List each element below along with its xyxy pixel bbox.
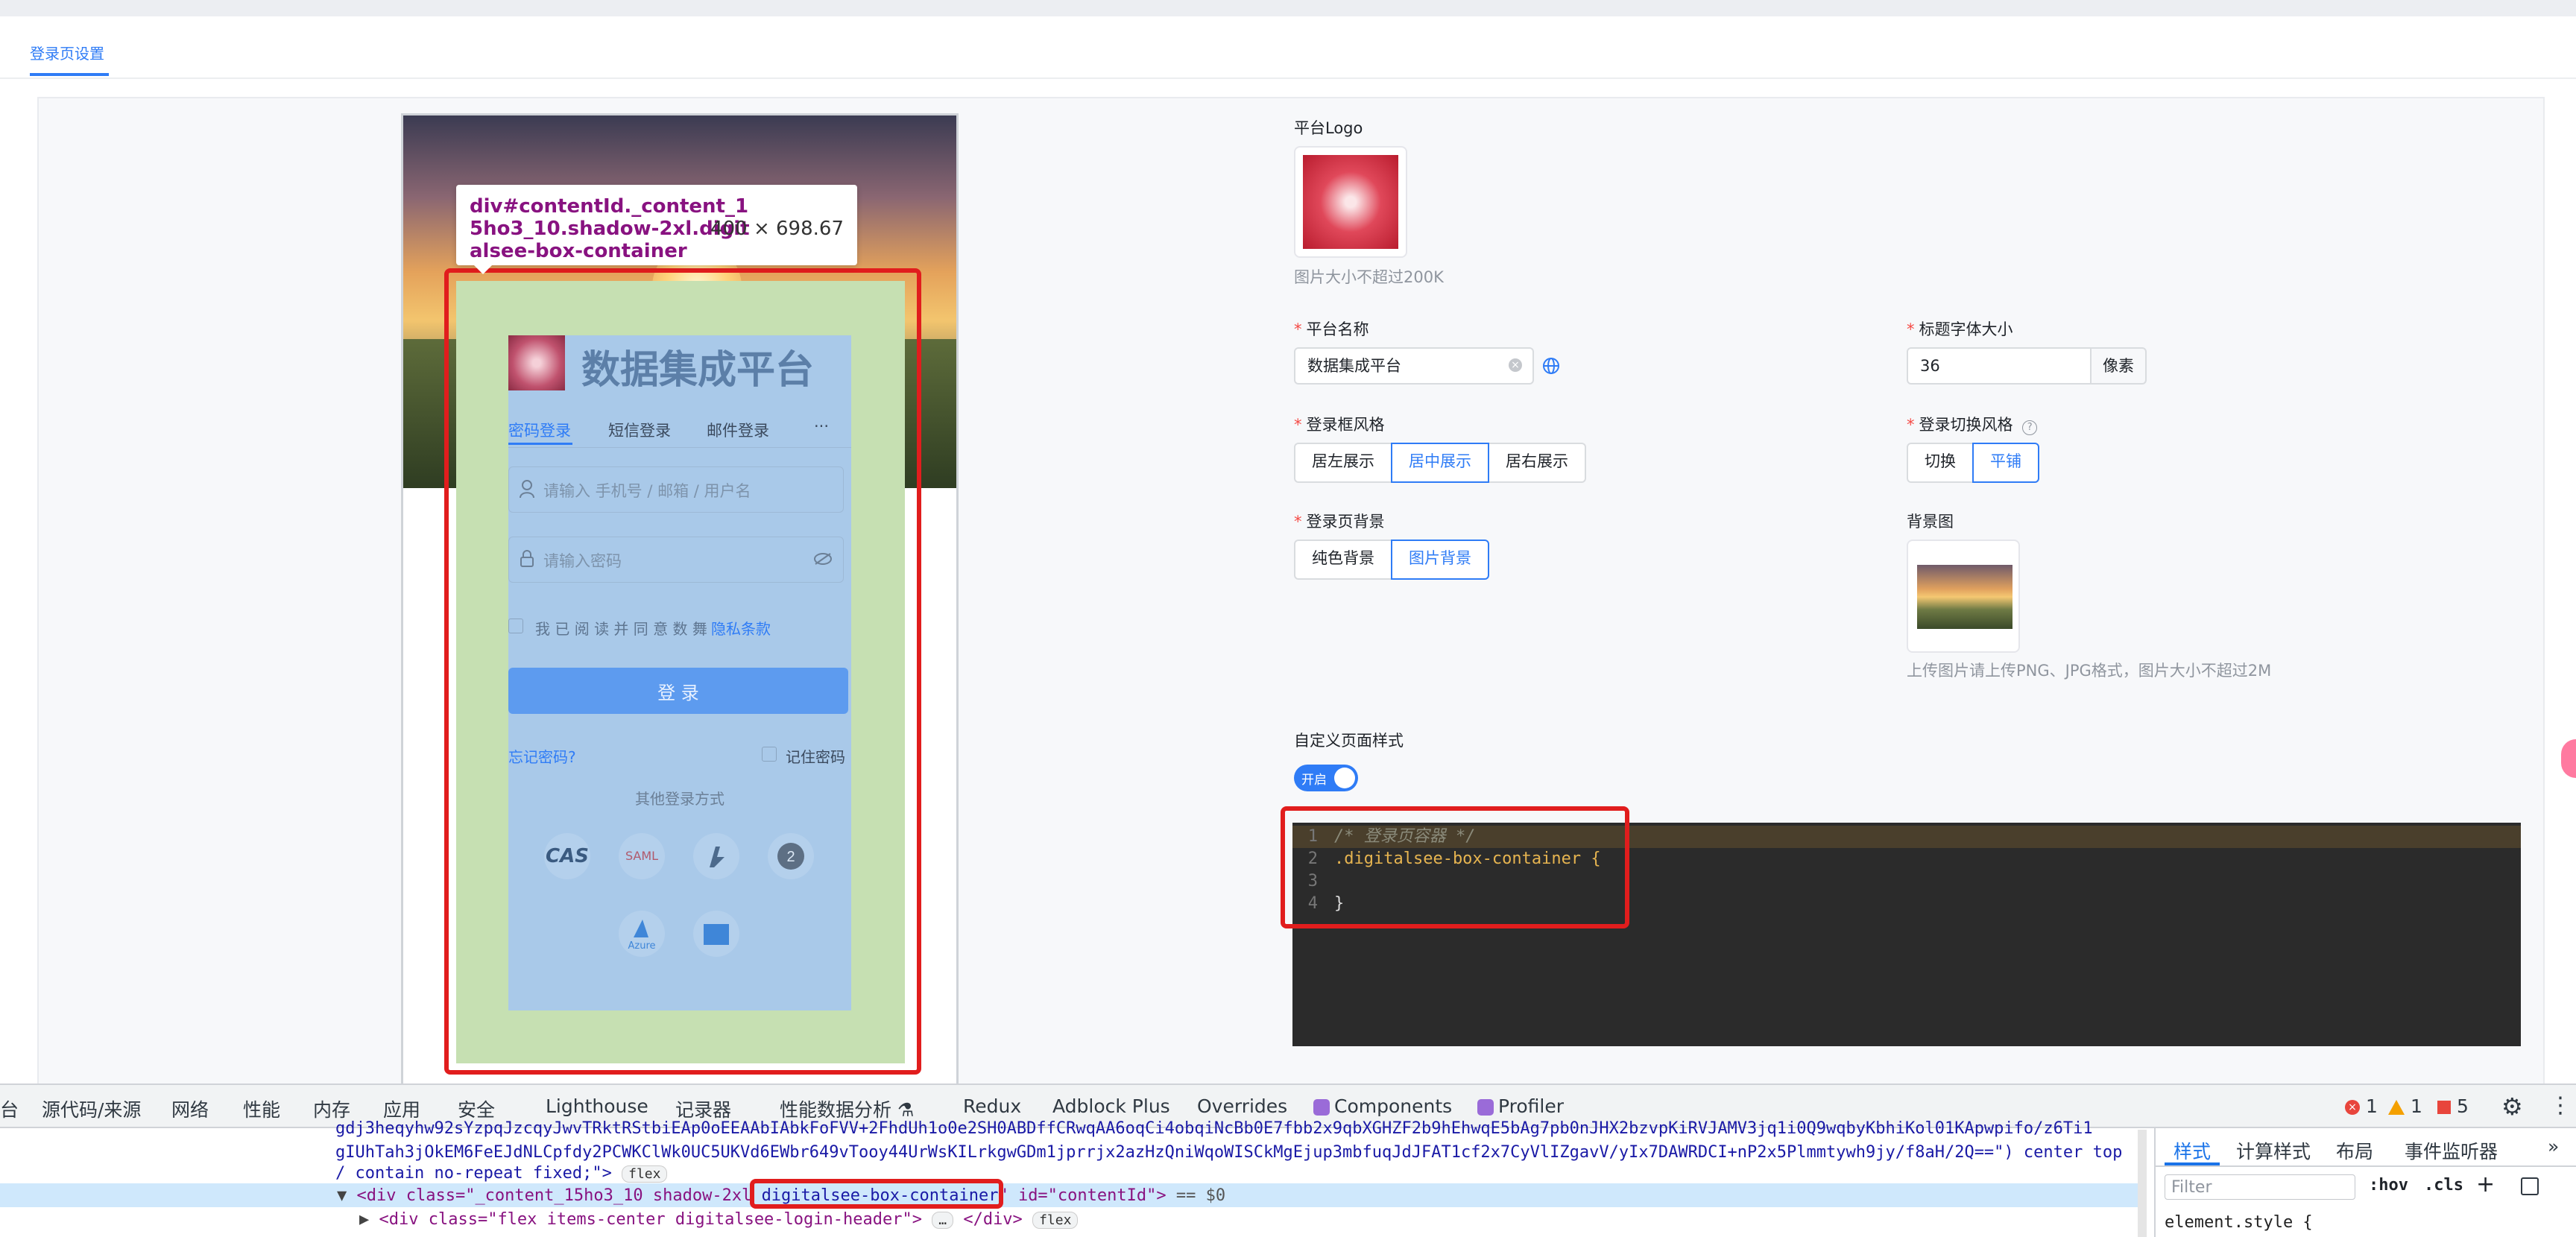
tooltip-size: 400 × 698.67 <box>710 218 844 240</box>
devtools-tab-network[interactable]: 网络 <box>171 1095 209 1122</box>
highlight-frame-preview <box>444 268 921 1075</box>
hov-toggle[interactable]: :hov <box>2369 1176 2408 1195</box>
logo-label: 平台Logo <box>1294 119 1363 137</box>
styles-filter-input[interactable]: Filter <box>2165 1174 2355 1200</box>
logo-hint: 图片大小不超过200K <box>1294 268 1444 286</box>
element-tooltip: div#contentId._content_15ho3_10.shadow-2… <box>456 185 857 265</box>
title-font-size-unit: 像素 <box>2090 347 2147 385</box>
title-font-size-input[interactable]: 36 <box>1907 347 2092 385</box>
elements-line-5[interactable]: ▶ <div class="flex items-center digitals… <box>359 1210 1079 1229</box>
tooltip-arrow <box>474 265 492 274</box>
elements-line-2: gIUhTah3jOkEM6FeEJdNLCpfdy2PCWKClWk0UC5U… <box>335 1143 2123 1162</box>
devtools-tab-redux[interactable]: Redux <box>963 1095 1021 1117</box>
highlight-frame-editor <box>1281 806 1629 928</box>
ellipsis-badge[interactable]: … <box>932 1212 954 1229</box>
toggle-knob <box>1334 768 1355 788</box>
background-image-label: 背景图 <box>1907 513 1954 531</box>
box-style-label: 登录框风格 <box>1294 413 1385 435</box>
error-count[interactable]: × 1 <box>2345 1095 2378 1117</box>
styles-tab-layout[interactable]: 布局 <box>2336 1137 2373 1164</box>
flex-badge[interactable]: flex <box>1032 1212 1079 1229</box>
switch-style-switch[interactable]: 切换 <box>1907 443 1974 483</box>
elements-line-1: gdj3heqyhw92sYzpqJzcqyJwvTRktRStbiEAp0oE… <box>335 1119 2093 1138</box>
background-thumbnail <box>1917 565 2012 629</box>
tab-login-settings[interactable]: 登录页设置 <box>30 42 104 63</box>
custom-style-toggle[interactable]: 开启 <box>1294 765 1358 791</box>
styles-tab-styles[interactable]: 样式 <box>2174 1137 2211 1164</box>
devtools-tab-security[interactable]: 安全 <box>458 1095 495 1122</box>
box-style-center[interactable]: 居中展示 <box>1391 443 1489 483</box>
devtools-tab-performance[interactable]: 性能 <box>243 1095 280 1122</box>
elements-line-3: / contain no-repeat fixed;"> flex <box>335 1164 668 1183</box>
custom-style-label: 自定义页面样式 <box>1294 732 1404 750</box>
error-icon: × <box>2345 1100 2360 1115</box>
devtools-tab-profiler[interactable]: Profiler <box>1477 1095 1564 1117</box>
warning-count[interactable]: 1 <box>2388 1095 2422 1117</box>
logo-upload[interactable] <box>1294 146 1407 258</box>
computed-styles-icon[interactable] <box>2521 1177 2539 1195</box>
tab-active-indicator <box>30 73 109 76</box>
devtools-tab-recorder[interactable]: 记录器 <box>675 1095 731 1122</box>
help-icon[interactable]: ? <box>2022 420 2038 435</box>
box-style-left[interactable]: 居左展示 <box>1294 443 1392 483</box>
new-rule-icon[interactable]: + <box>2476 1171 2495 1198</box>
devtools-tab-console[interactable]: 台 <box>0 1095 19 1122</box>
devtools-tab-application[interactable]: 应用 <box>383 1095 420 1122</box>
cls-toggle[interactable]: .cls <box>2424 1176 2463 1195</box>
background-label: 登录页背景 <box>1294 510 1385 532</box>
top-strip <box>0 0 2576 16</box>
expand-caret-icon[interactable]: ▼ <box>337 1186 347 1205</box>
styles-tab-active-line <box>2165 1162 2220 1165</box>
background-hint: 上传图片请上传PNG、JPG格式，图片大小不超过2M <box>1907 662 2272 680</box>
devtools-tab-overrides[interactable]: Overrides <box>1197 1095 1287 1117</box>
issue-count[interactable]: 5 <box>2437 1095 2469 1117</box>
styles-tab-computed[interactable]: 计算样式 <box>2236 1137 2311 1164</box>
switch-style-tile[interactable]: 平铺 <box>1972 443 2039 483</box>
switch-style-label: 登录切换风格 ? <box>1907 413 2038 435</box>
react-icon <box>1313 1099 1330 1116</box>
tab-bar <box>0 16 2576 79</box>
styles-tab-more[interactable]: » <box>2548 1136 2559 1157</box>
styles-tab-listeners[interactable]: 事件监听器 <box>2405 1137 2498 1164</box>
styles-tabbar: 样式 计算样式 布局 事件监听器 » <box>2154 1128 2576 1167</box>
issue-icon <box>2437 1101 2451 1114</box>
background-type-group: 纯色背景 图片背景 <box>1294 540 1489 580</box>
devtools-tab-sources[interactable]: 源代码/来源 <box>42 1095 141 1122</box>
devtools-tab-perf-insights[interactable]: 性能数据分析 ⚗ <box>780 1095 914 1122</box>
platform-name-label: 平台名称 <box>1294 317 1369 340</box>
platform-name-input[interactable]: 数据集成平台 × <box>1294 347 1534 385</box>
devtools-tab-adblock[interactable]: Adblock Plus <box>1052 1095 1170 1117</box>
flex-badge[interactable]: flex <box>622 1165 668 1183</box>
clear-icon[interactable]: × <box>1509 358 1522 372</box>
logo-image <box>1303 155 1398 249</box>
react-icon <box>1477 1099 1494 1116</box>
background-image-upload[interactable] <box>1907 540 2020 653</box>
collapse-caret-icon[interactable]: ▶ <box>359 1210 369 1229</box>
globe-icon[interactable] <box>1541 356 1561 379</box>
highlight-frame-class <box>750 1179 1003 1209</box>
switch-style-group: 切换 平铺 <box>1907 443 2039 483</box>
bg-image[interactable]: 图片背景 <box>1391 540 1489 580</box>
more-options-icon[interactable]: ⋮ <box>2549 1092 2572 1119</box>
element-style-rule: element.style { <box>2165 1213 2313 1232</box>
warning-icon <box>2388 1100 2405 1115</box>
bg-solid[interactable]: 纯色背景 <box>1294 540 1392 580</box>
title-font-size-label: 标题字体大小 <box>1907 317 2013 340</box>
settings-gear-icon[interactable]: ⚙ <box>2501 1092 2523 1121</box>
elements-scrollbar[interactable] <box>2138 1130 2147 1237</box>
devtools-tab-components[interactable]: Components <box>1313 1095 1452 1117</box>
box-style-group: 居左展示 居中展示 居右展示 <box>1294 443 1586 483</box>
box-style-right[interactable]: 居右展示 <box>1488 443 1586 483</box>
devtools-tab-lighthouse[interactable]: Lighthouse <box>546 1095 648 1117</box>
devtools-tab-memory[interactable]: 内存 <box>313 1095 350 1122</box>
